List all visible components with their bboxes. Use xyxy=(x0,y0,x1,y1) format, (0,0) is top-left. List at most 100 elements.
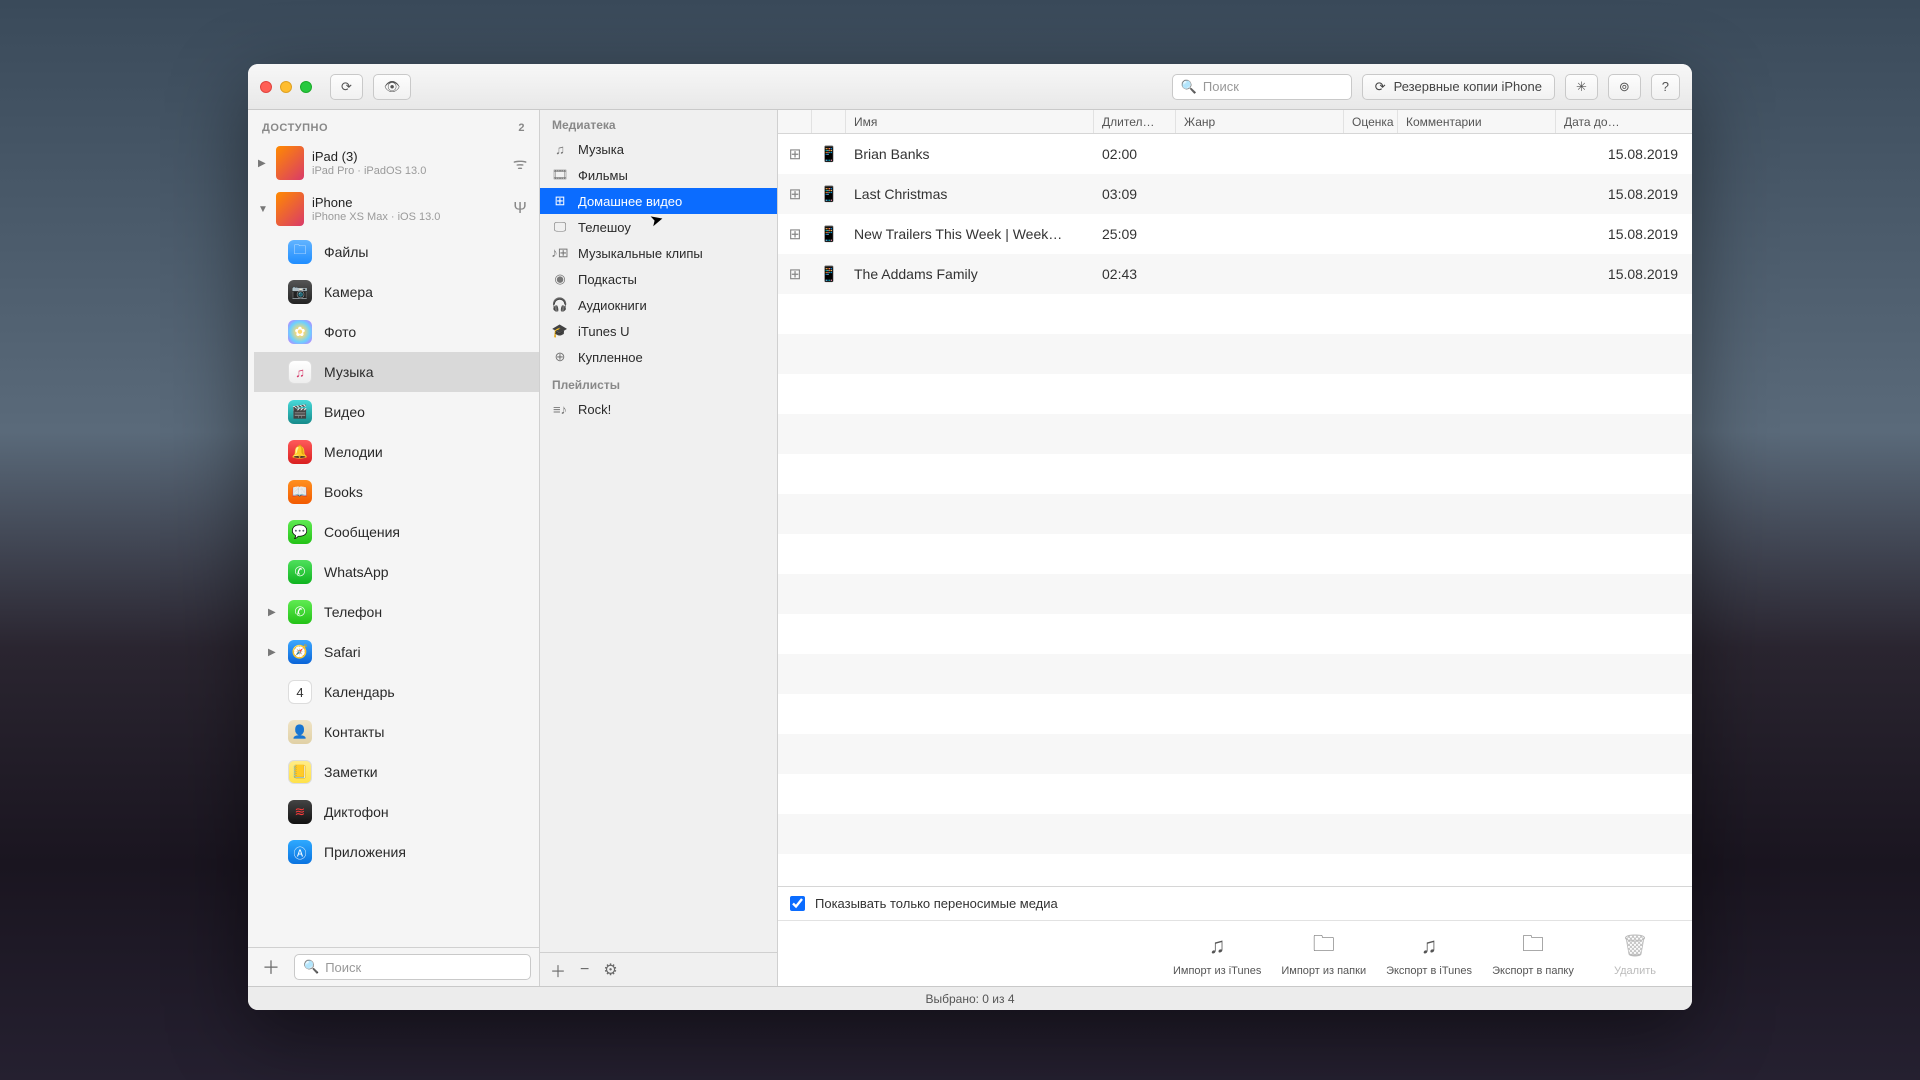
whatsapp-icon: ✆ xyxy=(288,560,312,584)
add-button[interactable]: ＋ xyxy=(550,958,566,982)
library-item-podcasts[interactable]: ◉Подкасты xyxy=(540,266,777,292)
gear-icon[interactable]: ⚙ xyxy=(603,960,617,980)
library-item-tvshows[interactable]: 🖵Телешоу xyxy=(540,214,777,240)
device-title: iPhone xyxy=(312,195,503,210)
library-item-music-videos[interactable]: ♪⊞Музыкальные клипы xyxy=(540,240,777,266)
delete-button[interactable]: 🗑 Удалить xyxy=(1594,931,1676,977)
chevron-right-icon: ▶ xyxy=(258,158,268,169)
sidebar-item-notes[interactable]: 📒Заметки xyxy=(254,752,539,792)
export-folder-button[interactable]: 🗀 Экспорт в папку xyxy=(1492,931,1574,977)
column-duration[interactable]: Длител… xyxy=(1094,110,1176,133)
library-item-home-video[interactable]: ⊞Домашнее видео xyxy=(540,188,777,214)
sidebar-item-contacts[interactable]: 👤Контакты xyxy=(254,712,539,752)
search-icon: 🔍 xyxy=(303,959,319,975)
column-icon1[interactable] xyxy=(778,110,812,133)
audiobook-icon: 🎧 xyxy=(552,297,568,313)
sidebar-item-ringtones[interactable]: 🔔Мелодии xyxy=(254,432,539,472)
sidebar-item-files[interactable]: 🗀Файлы xyxy=(254,232,539,272)
wifi-button[interactable]: ⊚ xyxy=(1608,74,1641,100)
sidebar-item-music[interactable]: ♫Музыка xyxy=(254,352,539,392)
column-date[interactable]: Дата до… xyxy=(1556,110,1692,133)
table-header: Имя Длител… Жанр Оценка Комментарии Дата… xyxy=(778,110,1692,134)
device-ipad[interactable]: ▶ iPad (3) iPad Pro · iPadOS 13.0 ᯤ xyxy=(248,140,539,186)
video-icon: ⊞ xyxy=(552,193,568,209)
library-item-movies[interactable]: 🎞Фильмы xyxy=(540,162,777,188)
folder-icon: 🗀 xyxy=(288,240,312,264)
sidebar-item-books[interactable]: 📖Books xyxy=(254,472,539,512)
table-row[interactable]: ⊞ 📱 Last Christmas 03:09 15.08.2019 xyxy=(778,174,1692,214)
remove-button[interactable]: − xyxy=(580,961,589,979)
sidebar-bottom: ＋ 🔍 Поиск xyxy=(248,947,539,986)
table-row[interactable]: ⊞ 📱 The Addams Family 02:43 15.08.2019 xyxy=(778,254,1692,294)
column-rating[interactable]: Оценка xyxy=(1344,110,1398,133)
activity-button[interactable]: ✳ xyxy=(1565,74,1598,100)
refresh-icon: ⟳ xyxy=(341,79,352,95)
column-icon2[interactable] xyxy=(812,110,846,133)
sidebar-item-label: Камера xyxy=(324,284,373,300)
column-genre[interactable]: Жанр xyxy=(1176,110,1344,133)
library-item-label: Музыка xyxy=(578,142,624,157)
minimize-icon[interactable] xyxy=(280,81,292,93)
close-icon[interactable] xyxy=(260,81,272,93)
sidebar-item-label: Календарь xyxy=(324,684,395,700)
compass-icon: 🧭 xyxy=(288,640,312,664)
sidebar-item-label: Заметки xyxy=(324,764,378,780)
device-info: iPhone iPhone XS Max · iOS 13.0 xyxy=(312,195,503,223)
mortarboard-icon: 🎓 xyxy=(552,323,568,339)
sidebar-item-photos[interactable]: ✿Фото xyxy=(254,312,539,352)
library-item-itunesu[interactable]: 🎓iTunes U xyxy=(540,318,777,344)
toolbar: ⟳ 👁 🔍 Поиск ⟳ Резервные копии iPhone ✳ ⊚… xyxy=(248,64,1692,110)
sidebar-item-phone[interactable]: ▶✆Телефон xyxy=(254,592,539,632)
itunes-icon: ♫ xyxy=(1202,931,1232,961)
column-name[interactable]: Имя xyxy=(846,110,1094,133)
media-icon: ⊞ xyxy=(778,265,812,283)
search-placeholder: Поиск xyxy=(1203,79,1239,94)
sidebar-search[interactable]: 🔍 Поиск xyxy=(294,954,531,980)
preview-button[interactable]: 👁 xyxy=(373,74,412,100)
itunes-icon: ♫ xyxy=(1414,931,1444,961)
toolbar-search[interactable]: 🔍 Поиск xyxy=(1172,74,1352,100)
sidebar-item-label: Safari xyxy=(324,644,361,660)
cell-date: 15.08.2019 xyxy=(1556,146,1692,162)
chevron-right-icon: ▶ xyxy=(268,647,278,658)
import-itunes-button[interactable]: ♫ Импорт из iTunes xyxy=(1173,931,1261,977)
add-button[interactable]: ＋ xyxy=(256,954,286,980)
library-header: Медиатека xyxy=(540,110,777,136)
sidebar-item-video[interactable]: 🎬Видео xyxy=(254,392,539,432)
device-iphone[interactable]: ▼ iPhone iPhone XS Max · iOS 13.0 Ψ xyxy=(248,186,539,232)
chevron-down-icon: ▼ xyxy=(258,204,268,215)
sidebar-item-safari[interactable]: ▶ 🧭 Safari xyxy=(254,632,539,672)
help-button[interactable]: ? xyxy=(1651,74,1680,100)
eye-icon: 👁 xyxy=(384,79,401,95)
sidebar-item-calendar[interactable]: 4Календарь xyxy=(254,672,539,712)
refresh-button[interactable]: ⟳ xyxy=(330,74,363,100)
playlist-item-rock[interactable]: ≡♪Rock! xyxy=(540,396,777,422)
export-itunes-button[interactable]: ♫ Экспорт в iTunes xyxy=(1386,931,1472,977)
playlists-header: Плейлисты xyxy=(540,370,777,396)
library-item-audiobooks[interactable]: 🎧Аудиокниги xyxy=(540,292,777,318)
sidebar-item-camera[interactable]: 📷Камера xyxy=(254,272,539,312)
library-item-music[interactable]: ♫Музыка xyxy=(540,136,777,162)
transferable-checkbox[interactable] xyxy=(790,896,805,911)
library-item-label: Телешоу xyxy=(578,220,631,235)
library-item-purchased[interactable]: ⊕Купленное xyxy=(540,344,777,370)
cell-name: Last Christmas xyxy=(846,186,1094,202)
bell-icon: 🔔 xyxy=(288,440,312,464)
cell-duration: 02:43 xyxy=(1094,266,1176,282)
import-folder-button[interactable]: 🗀 Импорт из папки xyxy=(1281,931,1366,977)
cell-name: New Trailers This Week | Week… xyxy=(846,226,1094,242)
sidebar-item-messages[interactable]: 💬Сообщения xyxy=(254,512,539,552)
cell-duration: 03:09 xyxy=(1094,186,1176,202)
book-icon: 📖 xyxy=(288,480,312,504)
zoom-icon[interactable] xyxy=(300,81,312,93)
column-comments[interactable]: Комментарии xyxy=(1398,110,1556,133)
table-body: ⊞ 📱 Brian Banks 02:00 15.08.2019 ⊞ 📱 Las… xyxy=(778,134,1692,886)
sidebar-item-whatsapp[interactable]: ✆WhatsApp xyxy=(254,552,539,592)
sidebar-item-voice[interactable]: ≋Диктофон xyxy=(254,792,539,832)
sidebar-item-apps[interactable]: ⒶПриложения xyxy=(254,832,539,872)
device-subtitle: iPad Pro · iPadOS 13.0 xyxy=(312,165,503,177)
table-row[interactable]: ⊞ 📱 New Trailers This Week | Week… 25:09… xyxy=(778,214,1692,254)
table-row[interactable]: ⊞ 📱 Brian Banks 02:00 15.08.2019 xyxy=(778,134,1692,174)
backup-label: Резервные копии iPhone xyxy=(1394,79,1542,94)
backup-button[interactable]: ⟳ Резервные копии iPhone xyxy=(1362,74,1555,100)
